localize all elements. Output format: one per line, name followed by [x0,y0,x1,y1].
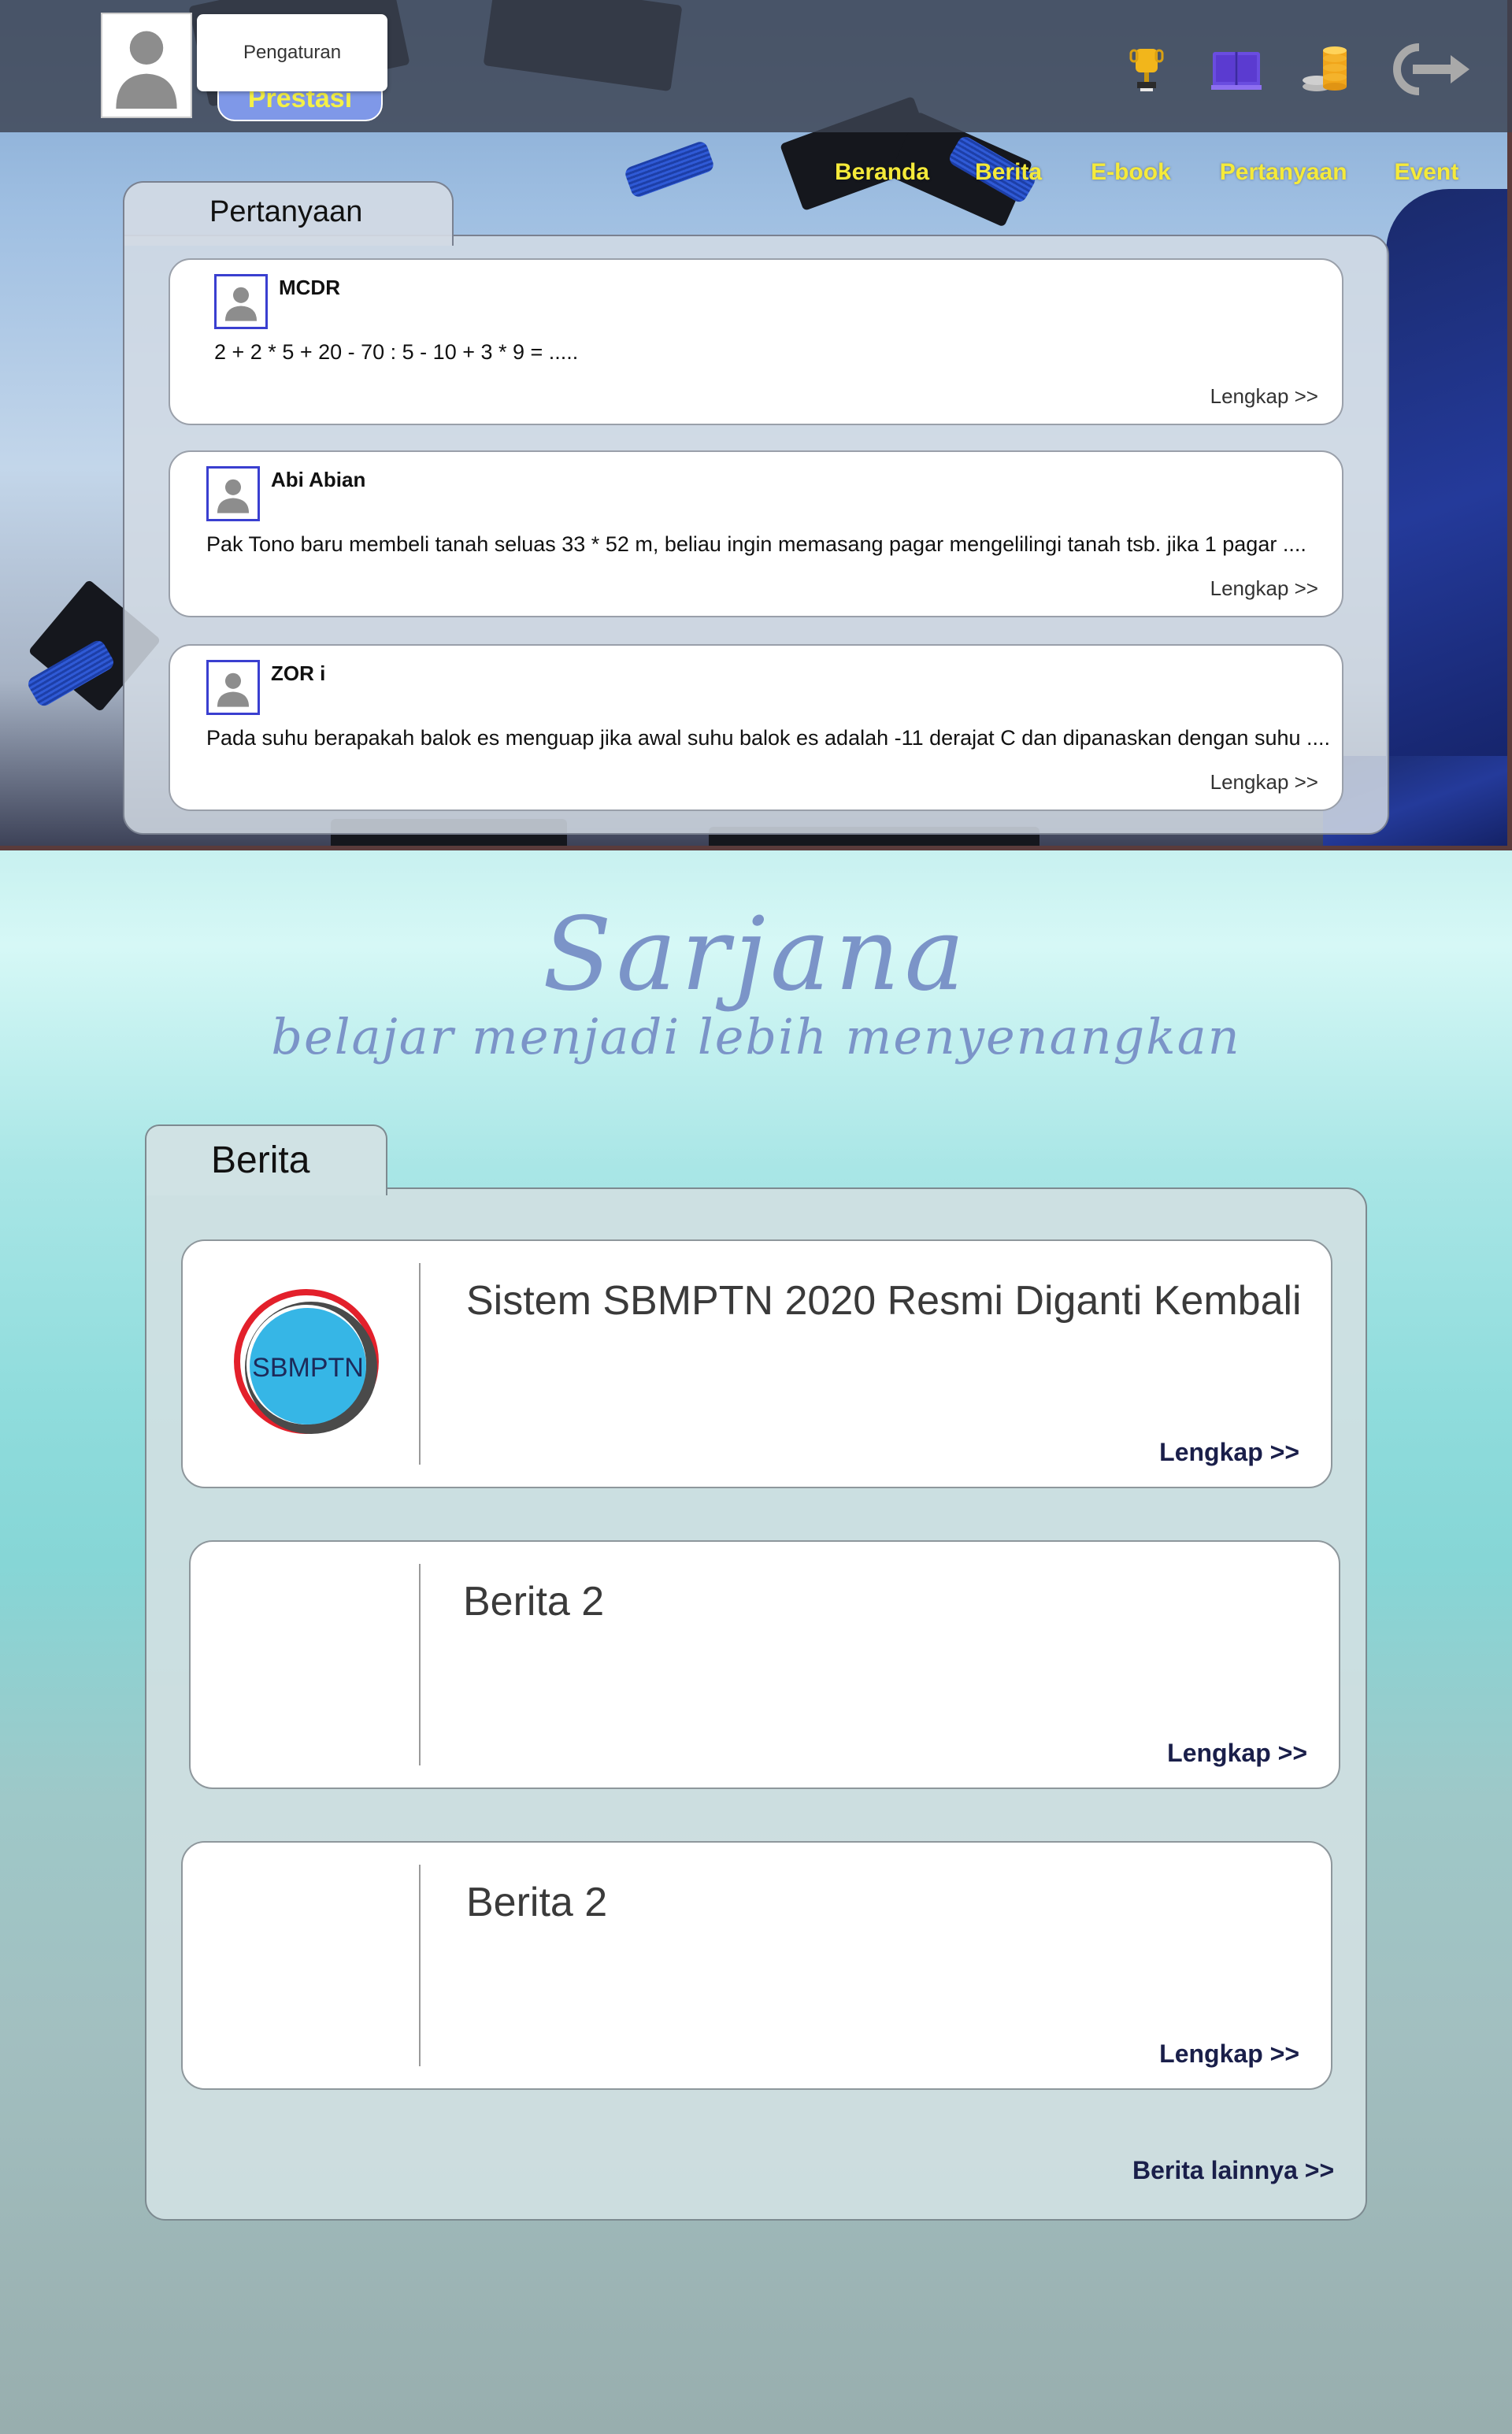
tab-berita[interactable]: Berita [145,1124,387,1195]
avatar [206,660,260,715]
question-card[interactable]: ZOR i Pada suhu berapakah balok es mengu… [169,644,1343,811]
question-text: 2 + 2 * 5 + 20 - 70 : 5 - 10 + 3 * 9 = .… [214,340,579,364]
question-more-link[interactable]: Lengkap >> [1210,576,1318,601]
user-icon [217,672,250,707]
news-more-link[interactable]: Lengkap >> [1159,2039,1299,2069]
news-all-link[interactable]: Berita lainnya >> [1132,2156,1334,2185]
profile-avatar[interactable] [101,13,192,118]
news-more-link[interactable]: Lengkap >> [1167,1739,1307,1768]
news-card[interactable]: Berita 2 Lengkap >> [181,1841,1332,2090]
nav-item-beranda[interactable]: Beranda [835,159,929,186]
news-card[interactable]: Berita 2 Lengkap >> [189,1540,1340,1789]
question-text: Pada suhu berapakah balok es menguap jik… [206,726,1331,750]
question-more-link[interactable]: Lengkap >> [1210,770,1318,795]
settings-menu-item[interactable]: Pengaturan [197,14,387,91]
logo-text: SBMPTN [252,1353,364,1383]
question-text: Pak Tono baru membeli tanah seluas 33 * … [206,532,1306,556]
news-title: Sistem SBMPTN 2020 Resmi Diganti Kembali [466,1278,1302,1324]
news-title: Berita 2 [466,1880,608,1925]
nav-item-event[interactable]: Event [1395,159,1459,186]
news-card[interactable]: SBMPTN Sistem SBMPTN 2020 Resmi Diganti … [181,1239,1332,1488]
nav-item-pertanyaan[interactable]: Pertanyaan [1220,159,1347,186]
avatar [214,274,268,329]
question-author: ZOR i [271,661,326,685]
question-author: MCDR [279,276,340,299]
trophy-icon[interactable] [1118,41,1175,98]
user-icon [217,479,250,513]
nav-item-berita[interactable]: Berita [975,159,1042,186]
question-author: Abi Abian [271,468,366,491]
sbmptn-logo-icon: SBMPTN [234,1289,379,1434]
question-card[interactable]: MCDR 2 + 2 * 5 + 20 - 70 : 5 - 10 + 3 * … [169,258,1343,425]
user-icon [102,14,191,117]
card-divider [419,1564,421,1765]
brand-title: Sarjana [543,896,969,1013]
main-nav: Beranda Berita E-book Pertanyaan Event [835,159,1458,186]
brand-tagline: belajar menjadi lebih menyenangkan [271,1008,1241,1065]
user-icon [224,287,258,321]
tab-pertanyaan[interactable]: Pertanyaan [123,181,454,246]
logout-icon[interactable] [1388,41,1474,98]
card-divider [419,1865,421,2066]
tab-pertanyaan-label: Pertanyaan [209,195,363,228]
tab-berita-label: Berita [211,1139,310,1181]
avatar [206,466,260,521]
nav-item-ebook[interactable]: E-book [1091,159,1171,186]
news-title: Berita 2 [463,1579,605,1625]
question-card[interactable]: Abi Abian Pak Tono baru membeli tanah se… [169,450,1343,617]
question-more-link[interactable]: Lengkap >> [1210,384,1318,409]
news-more-link[interactable]: Lengkap >> [1159,1438,1299,1467]
card-divider [419,1263,421,1465]
book-icon[interactable] [1208,41,1265,98]
coins-icon[interactable] [1296,41,1353,98]
